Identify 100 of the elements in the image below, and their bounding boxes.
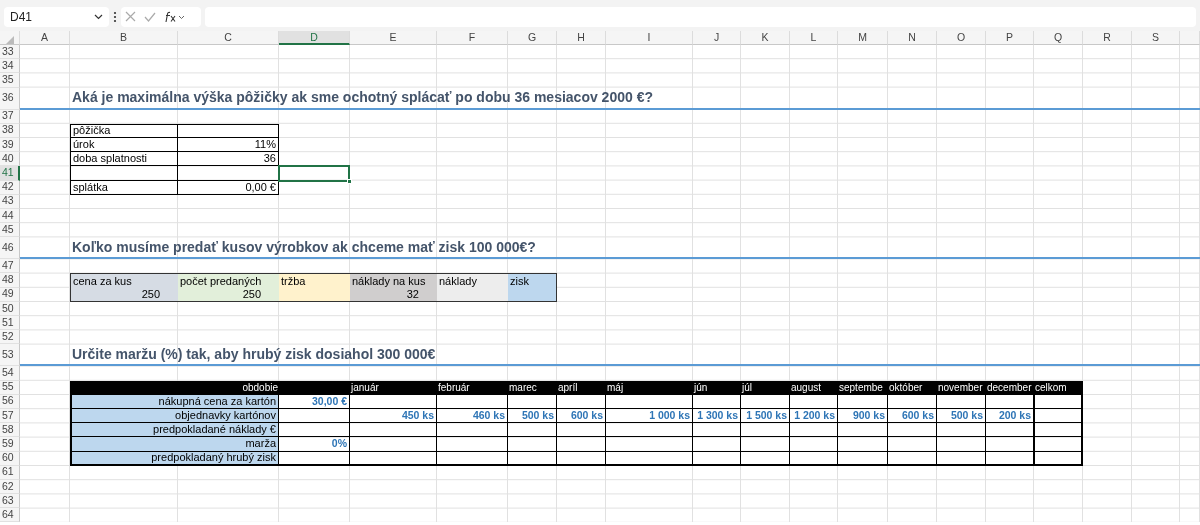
row-header[interactable]: 51 [0, 316, 20, 331]
column-value: 250 [241, 287, 262, 301]
month-header: december [986, 381, 1033, 395]
month-header: január [350, 381, 380, 395]
table-cell [557, 437, 606, 452]
month-header: august [790, 381, 823, 395]
table-cell [1034, 408, 1083, 424]
table-cell [838, 451, 888, 466]
table-cell [790, 437, 838, 452]
table-cell [693, 394, 741, 409]
order-value: 450 ks [350, 408, 437, 424]
row-header[interactable]: 52 [0, 330, 20, 345]
table-cell [741, 423, 790, 438]
column-header[interactable]: Q [1034, 31, 1083, 45]
table-cell [888, 394, 937, 409]
table-cell [693, 423, 741, 438]
table-cell [279, 451, 350, 466]
cell-selection[interactable] [278, 165, 350, 182]
column-header[interactable]: O [937, 31, 986, 45]
table-cell [888, 423, 937, 438]
row-header[interactable]: 45 [0, 223, 20, 238]
table-cell [693, 451, 741, 466]
row-header[interactable]: 64 [0, 508, 20, 523]
month-header: apríl [557, 381, 579, 395]
table-cell [557, 451, 606, 466]
column-header[interactable]: P [986, 31, 1034, 45]
row-header[interactable]: 48 [0, 273, 20, 288]
input-value: 0% [279, 437, 350, 452]
column-header[interactable]: B [70, 31, 178, 45]
row-header[interactable]: 46 [0, 237, 20, 260]
column-header[interactable]: D [279, 31, 350, 45]
column-header[interactable]: K [741, 31, 790, 45]
row-header[interactable]: 40 [0, 152, 20, 167]
column-header[interactable]: R [1083, 31, 1132, 45]
row-header[interactable]: 47 [0, 259, 20, 274]
table-cell [557, 394, 606, 409]
column-header[interactable]: F [437, 31, 508, 45]
row-header[interactable]: 33 [0, 45, 20, 60]
month-header: marec [508, 381, 538, 395]
order-value: 500 ks [937, 408, 986, 424]
month-header: máj [606, 381, 625, 395]
table-cell [508, 437, 557, 452]
order-value: 1 500 ks [741, 408, 790, 424]
function-icon[interactable] [164, 10, 186, 23]
row-header[interactable]: 35 [0, 73, 20, 88]
fill-handle[interactable] [347, 178, 352, 184]
order-value: 200 ks [986, 408, 1034, 424]
row-header[interactable]: 54 [0, 366, 20, 381]
checkmark-icon[interactable] [144, 11, 156, 22]
cancel-icon[interactable] [125, 11, 136, 22]
column-header[interactable]: H [557, 31, 606, 45]
row-label: predpokladané náklady € [70, 423, 279, 438]
table-cell [741, 394, 790, 409]
input-value: 30,00 € [279, 394, 350, 409]
table-value: 11% [178, 137, 279, 153]
order-value: 600 ks [557, 408, 606, 424]
table-cell [693, 437, 741, 452]
column-header[interactable] [1180, 31, 1200, 45]
more-options-icon[interactable] [113, 10, 117, 23]
row-header[interactable]: 58 [0, 423, 20, 438]
select-all-button[interactable] [0, 31, 20, 45]
table-cell [508, 451, 557, 466]
column-value: 32 [405, 287, 420, 301]
table-value: 36 [178, 152, 279, 167]
table-cell [741, 451, 790, 466]
question-heading: Aká je maximálna výška pôžičky ak sme ochotný splácať po dobu 36 mesiacov 2000 €? [72, 88, 653, 108]
table-cell [1034, 423, 1083, 438]
column-header[interactable]: M [838, 31, 888, 45]
row-label: marža [70, 437, 279, 452]
chevron-icon[interactable] [94, 13, 103, 20]
row-header[interactable]: 41 [0, 166, 20, 181]
column-value: 250 [140, 287, 161, 301]
row-label: doba splatnosti [70, 152, 178, 167]
column-header[interactable]: J [693, 31, 741, 45]
column-header[interactable]: N [888, 31, 937, 45]
table-cell [557, 423, 606, 438]
column-header[interactable]: E [350, 31, 437, 45]
name-box[interactable]: D41 [4, 6, 109, 27]
column-label: náklady [438, 274, 478, 289]
table-cell [437, 437, 508, 452]
table-cell [937, 437, 986, 452]
row-header[interactable]: 63 [0, 494, 20, 509]
column-header[interactable]: C [178, 31, 279, 45]
column-header[interactable]: I [606, 31, 693, 45]
column-header[interactable]: A [20, 31, 70, 45]
table-cell [437, 423, 508, 438]
row-header[interactable]: 36 [0, 87, 20, 110]
month-header: celkom [1034, 381, 1068, 395]
row-header[interactable]: 34 [0, 59, 20, 74]
row-header[interactable]: 59 [0, 437, 20, 452]
column-header[interactable]: L [790, 31, 838, 45]
table-cell [508, 394, 557, 409]
order-value: 1 300 ks [693, 408, 741, 424]
column-header[interactable]: G [508, 31, 557, 45]
month-header: október [888, 381, 924, 395]
row-header[interactable]: 53 [0, 344, 20, 367]
column-label: náklady na kus [351, 274, 427, 288]
column-header[interactable]: S [1132, 31, 1180, 45]
table-cell [1034, 394, 1083, 409]
table-cell [937, 451, 986, 466]
